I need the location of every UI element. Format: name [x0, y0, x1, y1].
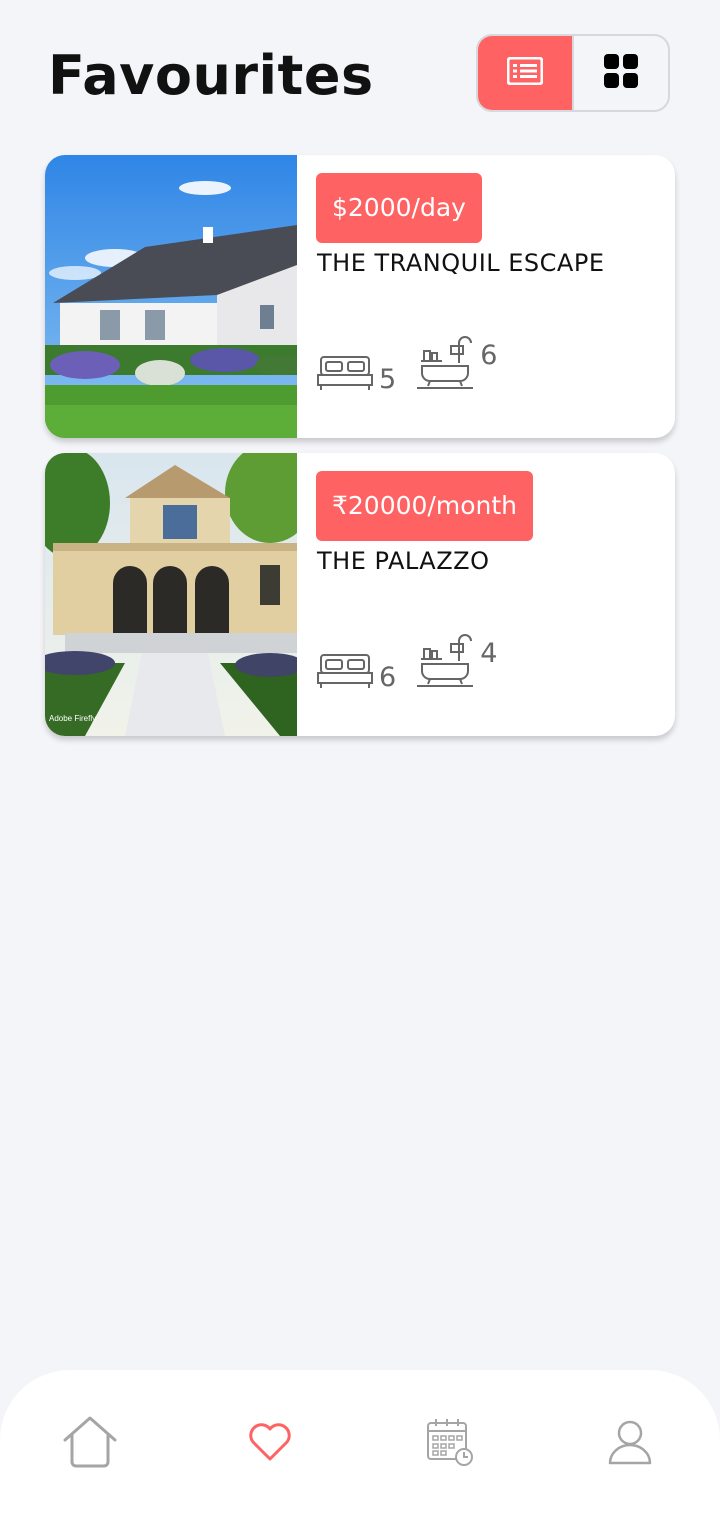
- bathrooms: 6: [416, 333, 497, 395]
- nav-favourites-button[interactable]: [240, 1414, 300, 1474]
- svg-text:Adobe Firefly: Adobe Firefly: [49, 714, 96, 723]
- nav-profile-button[interactable]: [600, 1414, 660, 1474]
- card-details: $2000/day THE TRANQUIL ESCAPE 5 6: [297, 155, 675, 438]
- bathrooms: 4: [416, 631, 497, 693]
- favourite-card[interactable]: $2000/day THE TRANQUIL ESCAPE 5 6: [45, 155, 675, 438]
- bedrooms: 5: [317, 351, 396, 395]
- list-view-button[interactable]: [478, 36, 572, 110]
- property-photo: [45, 155, 297, 438]
- card-details: ₹20000/month THE PALAZZO 6 4: [297, 453, 675, 736]
- property-photo: Adobe Firefly: [45, 453, 297, 736]
- price-badge: ₹20000/month: [316, 471, 533, 541]
- bed-icon: [317, 649, 373, 693]
- amenities: 5 6: [317, 333, 517, 395]
- bedroom-count: 5: [379, 364, 397, 395]
- amenities: 6 4: [317, 631, 517, 693]
- nav-home-button[interactable]: [60, 1414, 120, 1474]
- bathtub-icon: [416, 631, 474, 693]
- favourites-screen: Favourites $2000/day THE TRANQUIL ESCAPE…: [0, 0, 720, 1514]
- bed-icon: [317, 351, 373, 395]
- home-icon: [62, 1414, 118, 1474]
- bathroom-count: 6: [480, 340, 498, 371]
- calendar-icon: [425, 1417, 475, 1471]
- property-name: THE PALAZZO: [317, 547, 490, 575]
- bathroom-count: 4: [480, 638, 498, 669]
- grid-view-icon: [604, 54, 638, 92]
- bottom-nav: [0, 1370, 720, 1514]
- list-view-icon: [506, 56, 544, 89]
- favourite-card[interactable]: Adobe Firefly ₹20000/month THE PALAZZO 6…: [45, 453, 675, 736]
- view-toggle: [476, 34, 670, 112]
- page-title: Favourites: [48, 44, 374, 107]
- property-name: THE TRANQUIL ESCAPE: [317, 249, 605, 277]
- profile-icon: [607, 1419, 653, 1469]
- bedroom-count: 6: [379, 662, 397, 693]
- nav-calendar-button[interactable]: [420, 1414, 480, 1474]
- bedrooms: 6: [317, 649, 396, 693]
- price-badge: $2000/day: [316, 173, 482, 243]
- grid-view-button[interactable]: [572, 36, 668, 110]
- heart-icon: [248, 1422, 292, 1466]
- bathtub-icon: [416, 333, 474, 395]
